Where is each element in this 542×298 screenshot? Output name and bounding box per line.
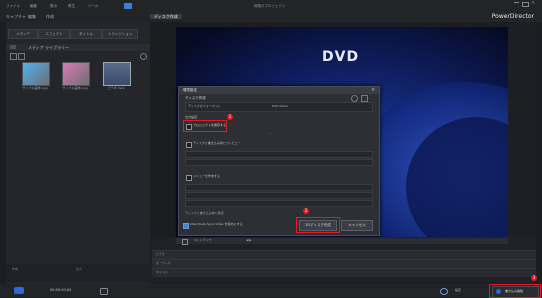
option-4-field[interactable] bbox=[185, 200, 373, 207]
option-1-detail: — bbox=[269, 131, 272, 135]
close-icon[interactable]: × bbox=[531, 0, 535, 6]
option-3-field[interactable] bbox=[185, 184, 373, 191]
timeline-track[interactable]: タイトル bbox=[152, 268, 536, 277]
view-icon[interactable] bbox=[18, 53, 25, 60]
window-title: 無題のプロジェクト bbox=[254, 4, 286, 8]
panel-tab-effects[interactable]: エフェクト bbox=[38, 29, 70, 39]
bottom-bar: 00;00;00;00 設定 書き込み開始 bbox=[0, 284, 542, 298]
media-thumbnail[interactable] bbox=[103, 62, 131, 86]
option-2-field-b[interactable] bbox=[185, 159, 373, 166]
bottom-check-2-label: Intel Quick Sync Video を有効にする bbox=[190, 222, 243, 226]
help-icon[interactable] bbox=[351, 95, 358, 102]
settings-icon[interactable] bbox=[440, 288, 448, 295]
disc-format-label: ディスクのフォーマット bbox=[188, 104, 221, 108]
play-controls[interactable]: ◀ ▶ bbox=[246, 238, 252, 243]
highlight-box-1 bbox=[183, 120, 227, 132]
zoom-icon[interactable] bbox=[182, 239, 188, 245]
snapshot-icon[interactable] bbox=[100, 288, 108, 295]
thumb-image-3 bbox=[104, 63, 130, 85]
panel-tab-media[interactable]: メディア bbox=[8, 29, 38, 39]
folder-icon[interactable] bbox=[10, 45, 16, 49]
timeline-track[interactable]: ビデオ bbox=[152, 250, 536, 259]
thumbnail-label: ビデオ.mp4 bbox=[107, 86, 125, 90]
media-thumbnail[interactable] bbox=[62, 62, 90, 86]
settings-icon[interactable] bbox=[361, 95, 368, 102]
step-marker-2: 2 bbox=[303, 208, 309, 214]
disc-format-row[interactable]: ディスクのフォーマット DVD-Video bbox=[185, 102, 373, 112]
footer-item-1[interactable]: 作成 bbox=[12, 267, 18, 272]
track-count: 1/1 トラック bbox=[194, 238, 212, 242]
footer-item-2[interactable]: 出力 bbox=[76, 267, 82, 272]
track-label: オーディオ bbox=[156, 261, 171, 265]
panel-tab-titles[interactable]: タイトル bbox=[70, 29, 102, 39]
thumb-image-2 bbox=[63, 63, 89, 85]
library-toolbar bbox=[6, 52, 150, 60]
thumbnail-label: サンプル画像2.jpg bbox=[62, 86, 88, 90]
disc-settings-dialog: 環境設定 × ディスク作成 ディスクのフォーマット DVD-Video 出力設定… bbox=[178, 86, 380, 236]
panel-footer: 作成 出力 bbox=[6, 264, 150, 282]
library-label: メディア ライブラリー bbox=[28, 45, 69, 50]
tab-disc[interactable]: ディスク作成 bbox=[150, 14, 182, 19]
menu-item-edit[interactable]: 編集 bbox=[30, 4, 37, 9]
disc-format-value: DVD-Video bbox=[272, 104, 288, 108]
media-thumbnail[interactable] bbox=[22, 62, 50, 86]
dialog-header: ディスク作成 bbox=[185, 96, 206, 100]
track-label: ビデオ bbox=[156, 252, 166, 256]
highlight-box-3 bbox=[489, 284, 541, 298]
step-marker-3: 3 bbox=[531, 275, 537, 281]
app-icon bbox=[124, 3, 132, 9]
menu-item-view[interactable]: 表示 bbox=[50, 4, 57, 9]
option-2-field[interactable] bbox=[185, 151, 373, 158]
track-label: タイトル bbox=[156, 270, 169, 274]
minimize-icon[interactable] bbox=[514, 2, 519, 6]
settings-label[interactable]: 設定 bbox=[455, 288, 461, 293]
dvd-logo: DVD bbox=[322, 49, 360, 65]
maximize-icon[interactable] bbox=[522, 2, 529, 7]
thumbnail-label: サンプル画像1.jpg bbox=[22, 86, 48, 90]
menu-item-tools[interactable]: ツール bbox=[88, 4, 99, 9]
bottom-check-1-label: ディスクに書き込み前に確認 bbox=[185, 211, 224, 215]
option-3-label: メニューを作成する bbox=[193, 174, 221, 178]
step-marker-1: 1 bbox=[227, 114, 233, 120]
menu-item-play[interactable]: 再生 bbox=[68, 4, 75, 9]
cancel-button[interactable]: キャンセル bbox=[341, 220, 373, 231]
tab-edit[interactable]: 編集 bbox=[28, 14, 36, 19]
timeline-controls: 1/1 トラック ◀ ▶ bbox=[176, 238, 508, 245]
timecode: 00;00;00;00 bbox=[50, 288, 72, 292]
app-logo-icon bbox=[14, 287, 24, 294]
bottom-check-2-checkbox[interactable] bbox=[183, 223, 189, 229]
dialog-close-icon[interactable]: × bbox=[371, 87, 375, 93]
dialog-titlebar: 環境設定 × bbox=[179, 87, 379, 94]
panel-tab-transitions[interactable]: トランジション bbox=[102, 29, 138, 39]
dialog-title: 環境設定 bbox=[183, 88, 197, 92]
option-3-checkbox[interactable] bbox=[186, 175, 192, 181]
library-header: メディア ライブラリー bbox=[6, 44, 150, 51]
highlight-box-2 bbox=[296, 217, 340, 233]
brand-name: PowerDirector bbox=[491, 13, 534, 20]
title-bar: ファイル 編集 表示 再生 ツール 無題のプロジェクト PowerDirecto… bbox=[0, 0, 542, 22]
option-2-checkbox[interactable] bbox=[186, 142, 192, 148]
timeline-track[interactable]: オーディオ bbox=[152, 259, 536, 268]
option-2-label: ディスクに書き込み前にプレビュー bbox=[193, 141, 241, 145]
import-icon[interactable] bbox=[10, 53, 17, 60]
thumb-image-1 bbox=[23, 63, 49, 85]
option-3-field-b[interactable] bbox=[185, 192, 373, 199]
tab-produce[interactable]: 作成 bbox=[46, 14, 54, 19]
menu-item-file[interactable]: ファイル bbox=[6, 4, 20, 9]
settings-icon[interactable] bbox=[140, 53, 147, 60]
tab-capture[interactable]: キャプチャ bbox=[6, 14, 26, 19]
